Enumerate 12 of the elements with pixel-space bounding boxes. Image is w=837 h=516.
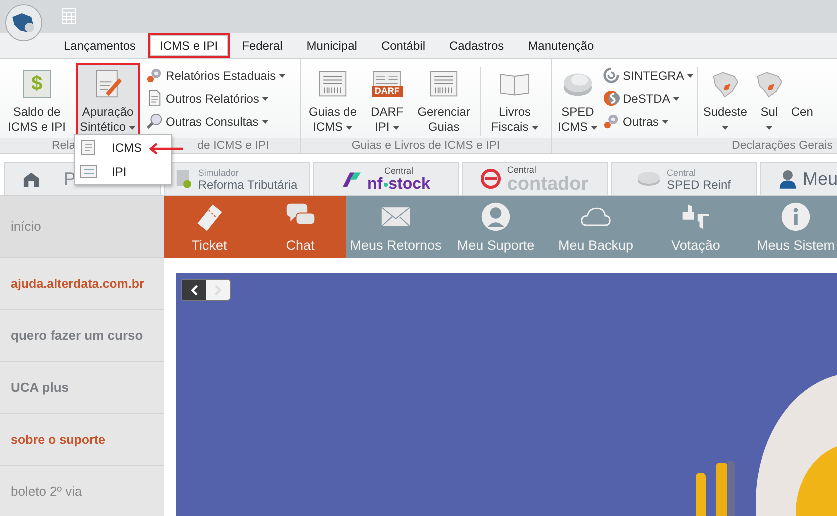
- group-label: Declarações Gerais: [732, 140, 833, 152]
- tab-label: Reforma Tributária: [198, 179, 298, 191]
- tab-caption: Central: [666, 167, 697, 179]
- tab-caption: Simulador: [198, 167, 240, 179]
- group-label: Guias e Livros de ICMS e IPI: [352, 140, 500, 152]
- dollar-icon: $: [23, 70, 51, 98]
- tab-caption: Central: [383, 165, 414, 177]
- tab-label: nf stock: [368, 177, 430, 193]
- tab-label: Meu: [803, 168, 837, 190]
- tab-label: SPED Reinf: [666, 179, 732, 191]
- tab-caption: Central: [507, 164, 538, 176]
- group-label: de ICMS e IPI: [198, 140, 270, 152]
